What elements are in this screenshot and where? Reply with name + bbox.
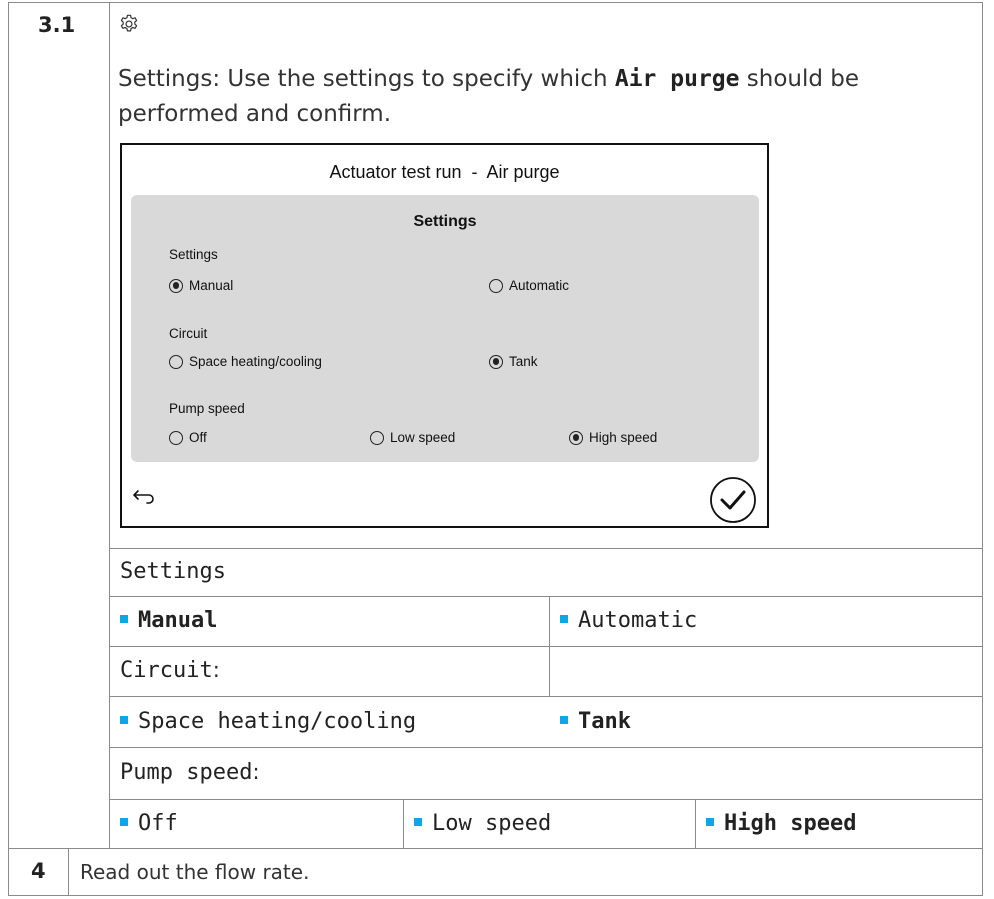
header-label: Pump speed: [120, 760, 253, 785]
pump-speed-header: Pump speed:: [120, 760, 260, 785]
bullet-icon: [560, 716, 568, 724]
radio-selected-icon: [489, 354, 503, 369]
header-label: Circuit: [120, 658, 213, 683]
radio-unselected-icon: [370, 430, 384, 445]
bullet-icon: [120, 818, 128, 826]
settings-header: Settings: [120, 559, 226, 584]
option-automatic: Automatic: [560, 608, 697, 633]
radio-low-speed[interactable]: Low speed: [370, 430, 455, 445]
colon: :: [212, 658, 220, 682]
divider: [695, 799, 696, 848]
radio-unselected-icon: [169, 354, 183, 369]
divider: [403, 799, 404, 848]
panel-title: Settings: [413, 213, 477, 230]
divider: [8, 848, 983, 849]
radio-off[interactable]: Off: [169, 430, 207, 445]
bullet-icon: [706, 818, 714, 826]
radio-label: Space heating/cooling: [189, 354, 322, 369]
radio-label: Manual: [189, 278, 234, 293]
option-space-heating: Space heating/cooling: [120, 709, 416, 734]
option-label: High speed: [724, 811, 857, 836]
option-low-speed: Low speed: [414, 811, 551, 836]
settings-label: Settings: [169, 247, 218, 262]
option-label: Automatic: [578, 608, 698, 633]
radio-selected-icon: [169, 278, 183, 293]
divider: [109, 646, 983, 647]
divider: [109, 2, 110, 848]
step-instruction: Read out the flow rate.: [80, 860, 310, 884]
circuit-header: Circuit:: [120, 658, 220, 683]
option-label: Low speed: [432, 811, 552, 836]
option-label: Space heating/cooling: [138, 709, 417, 734]
radio-label: High speed: [589, 430, 658, 445]
radio-label: Off: [189, 430, 207, 445]
step-instruction: Settings: Use the settings to specify wh…: [118, 62, 948, 132]
checkmark-circle-icon[interactable]: [709, 476, 757, 524]
radio-label: Tank: [509, 354, 538, 369]
radio-label: Automatic: [509, 278, 570, 293]
intro-text: Settings: Use the settings to specify wh…: [118, 66, 615, 92]
option-high-speed: High speed: [706, 811, 856, 836]
radio-selected-icon: [569, 430, 583, 445]
air-purge-code: Air purge: [614, 66, 740, 92]
radio-label: Low speed: [390, 430, 456, 445]
settings-panel: Settings Settings Manual Automatic Circu…: [131, 195, 759, 462]
bullet-icon: [414, 818, 422, 826]
divider: [109, 799, 983, 800]
divider: [109, 596, 983, 597]
divider: [109, 747, 983, 748]
option-label: Off: [138, 811, 178, 836]
divider: [68, 848, 69, 896]
option-label: Tank: [578, 709, 631, 734]
option-label: Manual: [138, 608, 218, 633]
option-off: Off: [120, 811, 178, 836]
radio-manual[interactable]: Manual: [169, 278, 233, 293]
bullet-icon: [120, 716, 128, 724]
step-number: 4: [31, 859, 46, 883]
device-screen: Actuator test run - Air purge Settings S…: [120, 143, 769, 528]
radio-space-heating[interactable]: Space heating/cooling: [169, 354, 322, 369]
radio-unselected-icon: [169, 430, 183, 445]
back-arrow-icon[interactable]: [132, 488, 156, 506]
bullet-icon: [560, 615, 568, 623]
colon: :: [252, 760, 260, 784]
radio-unselected-icon: [489, 278, 503, 293]
step-number: 3.1: [38, 13, 76, 37]
divider: [109, 548, 983, 549]
radio-high-speed[interactable]: High speed: [569, 430, 657, 445]
option-tank: Tank: [560, 709, 631, 734]
option-manual: Manual: [120, 608, 217, 633]
pump-speed-label: Pump speed: [169, 401, 245, 416]
gear-icon: [120, 14, 138, 32]
bullet-icon: [120, 615, 128, 623]
radio-tank[interactable]: Tank: [489, 354, 538, 369]
circuit-label: Circuit: [169, 326, 208, 341]
screen-title: Actuator test run - Air purge: [329, 162, 560, 182]
radio-automatic[interactable]: Automatic: [489, 278, 569, 293]
divider: [109, 696, 983, 697]
